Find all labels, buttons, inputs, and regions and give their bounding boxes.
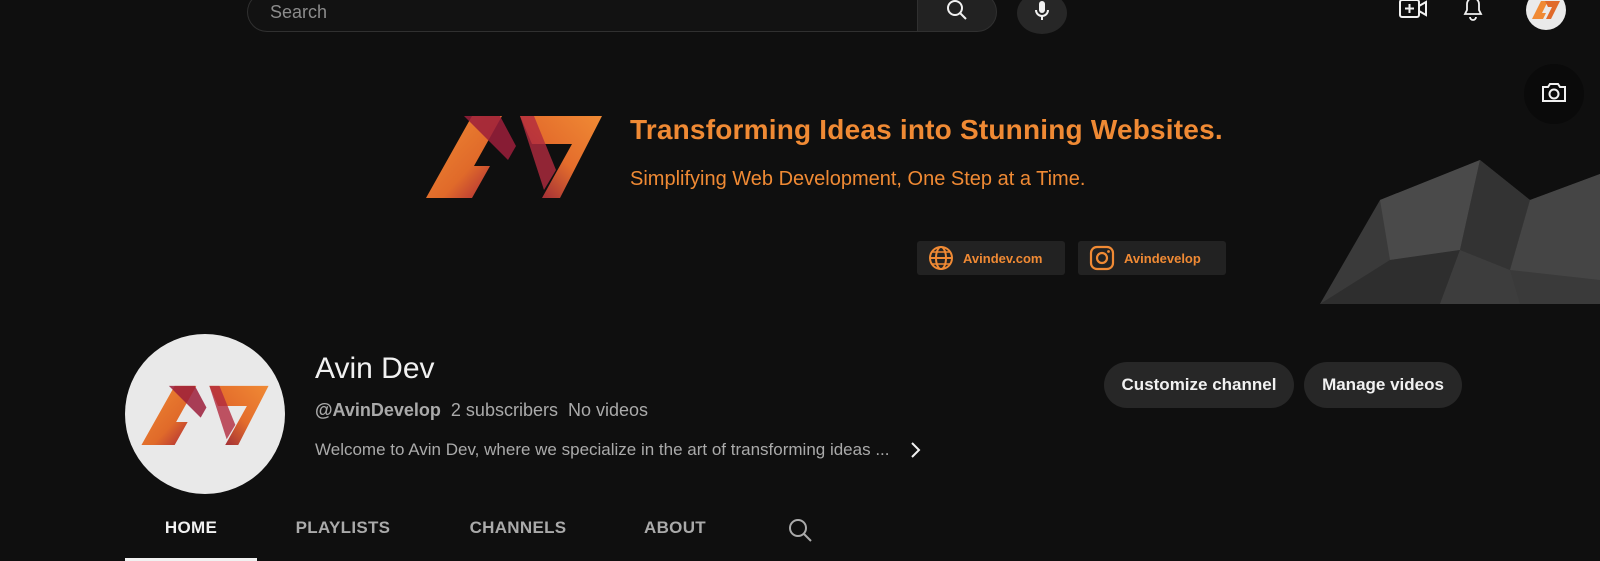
microphone-icon	[1030, 0, 1054, 28]
camera-icon	[1540, 80, 1568, 109]
search-input[interactable]	[268, 0, 872, 25]
banner-subheadline: Simplifying Web Development, One Step at…	[630, 168, 1086, 190]
tab-home[interactable]: HOME	[125, 518, 257, 558]
manage-videos-button[interactable]: Manage videos	[1304, 362, 1462, 408]
banner-link-instagram[interactable]: Avindevelop	[1078, 241, 1226, 275]
channel-handle: @AvinDevelop	[315, 400, 441, 420]
channel-search-button[interactable]	[786, 518, 814, 546]
banner-headline: Transforming Ideas into Stunning Website…	[630, 114, 1223, 145]
channel-avatar[interactable]	[125, 334, 285, 494]
notifications-button[interactable]	[1458, 0, 1488, 26]
tab-channels[interactable]: CHANNELS	[458, 518, 578, 558]
search-icon	[945, 0, 969, 27]
tab-about[interactable]: ABOUT	[635, 518, 715, 558]
edit-banner-button[interactable]	[1524, 64, 1584, 124]
subscriber-count: 2 subscribers	[450, 400, 558, 420]
search-box	[247, 0, 917, 32]
create-video-icon	[1399, 0, 1427, 26]
search-icon	[787, 517, 813, 548]
banner-link-instagram-label: Avindevelop	[1124, 250, 1201, 266]
tab-playlists[interactable]: PLAYLISTS	[283, 518, 403, 558]
channel-name: Avin Dev	[315, 352, 435, 385]
banner-link-website[interactable]: Avindev.com	[917, 241, 1065, 275]
chevron-right-icon[interactable]	[906, 440, 926, 460]
notifications-bell-icon	[1461, 0, 1485, 27]
customize-channel-button[interactable]: Customize channel	[1104, 362, 1294, 408]
channel-description[interactable]: Welcome to Avin Dev, where we specialize…	[315, 440, 926, 460]
search-button[interactable]	[917, 0, 997, 32]
channel-meta: @AvinDevelop 2 subscribers No videos	[315, 400, 648, 421]
video-count: No videos	[567, 400, 649, 420]
instagram-icon	[1088, 244, 1116, 272]
voice-search-button[interactable]	[1017, 0, 1067, 34]
banner-logo	[424, 110, 604, 205]
globe-icon	[927, 244, 955, 272]
banner-link-website-label: Avindev.com	[963, 250, 1043, 266]
banner-decorative-shapes	[1320, 160, 1600, 309]
account-avatar[interactable]	[1526, 0, 1566, 30]
channel-banner: Transforming Ideas into Stunning Website…	[0, 44, 1600, 304]
channel-description-text: Welcome to Avin Dev, where we specialize…	[315, 440, 890, 459]
create-button[interactable]	[1398, 0, 1428, 26]
